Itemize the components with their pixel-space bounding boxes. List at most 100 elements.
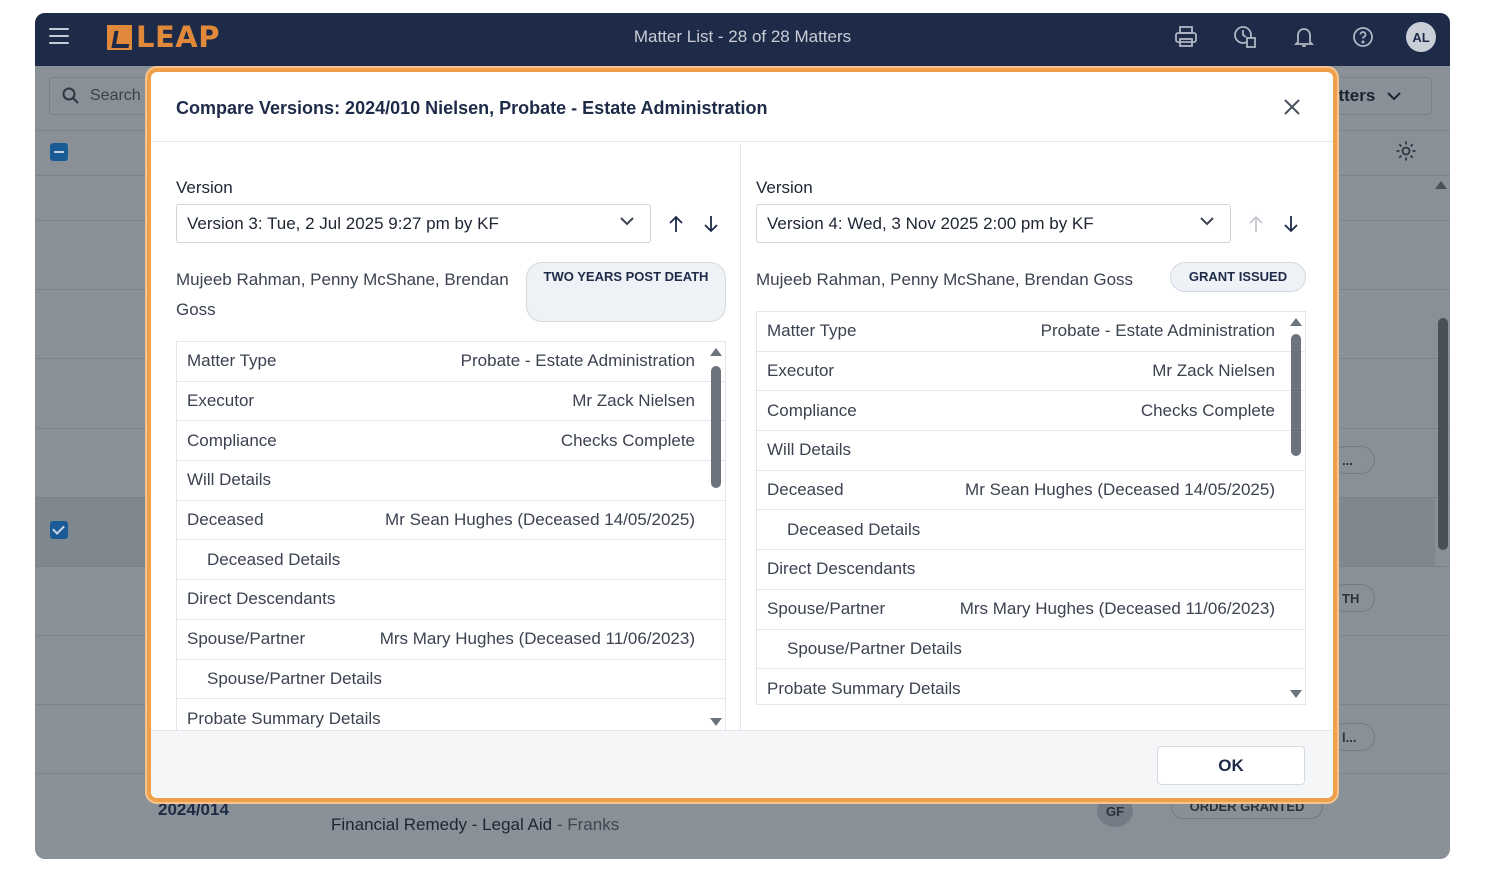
arrow-down-icon — [1284, 216, 1298, 233]
left-version-value: Version 3: Tue, 2 Jul 2025 9:27 pm by KF — [187, 213, 499, 233]
detail-row: Executor Mr Zack Nielsen — [757, 352, 1305, 392]
row-label: Spouse/Partner — [187, 629, 306, 649]
arrow-down-icon — [704, 216, 718, 233]
assigned-staff: Mujeeb Rahman, Penny McShane, Brendan Go… — [756, 270, 1134, 289]
row-checkbox[interactable] — [50, 521, 68, 539]
row-value: Mrs Mary Hughes (Deceased 11/06/2023) — [959, 599, 1275, 619]
row-value: Checks Complete — [1140, 400, 1275, 420]
detail-row: Spouse/Partner Details — [177, 660, 725, 700]
scroll-up-arrow[interactable] — [1435, 181, 1447, 189]
row-label: Spouse/Partner — [767, 599, 886, 619]
table-scrollbar[interactable] — [1287, 312, 1305, 704]
detail-row: Will Details — [177, 461, 725, 501]
detail-row: Compliance Checks Complete — [177, 421, 725, 462]
row-label: Compliance — [767, 400, 857, 420]
select-all-checkbox[interactable] — [50, 143, 68, 161]
user-avatar[interactable]: AL — [1406, 22, 1436, 52]
row-label: Deceased — [767, 480, 844, 500]
row-value: Mr Zack Nielsen — [572, 391, 695, 411]
chevron-down-icon — [1387, 91, 1402, 100]
right-version-details-table: Matter Type Probate - Estate Administrati… — [756, 311, 1306, 705]
dialog-title: Compare Versions: 2024/010 Nielsen, Prob… — [176, 98, 768, 118]
detail-row: Deceased Mr Sean Hughes (Deceased 14/05/2… — [177, 501, 725, 541]
help-icon[interactable] — [1333, 22, 1392, 52]
version-label: Version — [756, 178, 813, 197]
row-label: Will Details — [767, 440, 852, 460]
row-label: Matter Type — [187, 351, 277, 371]
column-divider — [740, 143, 741, 738]
scroll-up-arrow[interactable] — [710, 348, 722, 356]
detail-row: Deceased Details — [177, 540, 725, 581]
row-label: Direct Descendants — [187, 589, 336, 609]
ok-button[interactable]: OK — [1157, 746, 1305, 785]
right-version-panel: Version Version 4: Wed, 3 Nov 2025 2:00 … — [756, 143, 1316, 738]
row-value: Mr Sean Hughes (Deceased 14/05/2025) — [385, 510, 695, 530]
row-label: Deceased Details — [207, 549, 341, 569]
scroll-up-arrow[interactable] — [1290, 318, 1302, 326]
row-label: Spouse/Partner Details — [787, 638, 962, 658]
arrow-up-icon — [669, 215, 683, 232]
scroll-down-arrow[interactable] — [710, 718, 722, 726]
close-icon[interactable] — [1283, 98, 1301, 116]
list-scrollbar[interactable] — [1438, 318, 1448, 550]
dialog-footer: OK — [151, 730, 1333, 798]
status-pill: TH — [1331, 584, 1375, 612]
row-label: Executor — [187, 391, 255, 411]
row-label: Probate Summary Details — [187, 708, 381, 728]
detail-row: Direct Descendants — [757, 550, 1305, 590]
previous-version-button[interactable] — [666, 214, 686, 234]
compare-versions-dialog: Compare Versions: 2024/010 Nielsen, Prob… — [147, 68, 1337, 802]
matter-description: Financial Remedy - Legal Aid - Franks — [331, 815, 619, 835]
detail-row: Deceased Mr Sean Hughes (Deceased 14/05/2… — [757, 471, 1305, 511]
row-value: Mrs Mary Hughes (Deceased 11/06/2023) — [379, 629, 695, 649]
status-badge: TWO YEARS POST DEATH — [526, 262, 726, 322]
row-value: Checks Complete — [560, 430, 695, 450]
detail-row: Probate Summary Details — [177, 699, 725, 732]
detail-row: Spouse/Partner Mrs Mary Hughes (Deceased … — [757, 590, 1305, 630]
detail-row: Deceased Details — [757, 510, 1305, 551]
matter-type: Financial Remedy - Legal Aid — [331, 815, 553, 834]
detail-row: Direct Descendants — [177, 580, 725, 620]
detail-row: Spouse/Partner Details — [757, 630, 1305, 670]
detail-row: Probate Summary Details — [757, 669, 1305, 704]
dialog-header: Compare Versions: 2024/010 Nielsen, Prob… — [151, 72, 1333, 142]
top-bar: LEAP Matter List - 28 of 28 Matters AL — [35, 13, 1450, 66]
row-label: Probate Summary Details — [767, 678, 961, 698]
chevron-down-icon — [1200, 217, 1214, 226]
row-value: Probate - Estate Administration — [1040, 321, 1275, 341]
next-version-button[interactable] — [701, 214, 721, 234]
status-pill: ... — [1331, 446, 1375, 474]
detail-row: Matter Type Probate - Estate Administrati… — [177, 342, 725, 382]
detail-row: Executor Mr Zack Nielsen — [177, 382, 725, 422]
version-label: Version — [176, 178, 233, 197]
row-label: Matter Type — [767, 321, 857, 341]
scroll-thumb[interactable] — [1291, 334, 1301, 456]
arrow-up-icon — [1249, 215, 1263, 232]
row-label: Compliance — [187, 430, 277, 450]
matters-filter-dropdown[interactable]: atters — [1322, 77, 1432, 115]
right-version-select[interactable]: Version 4: Wed, 3 Nov 2025 2:00 pm by KF — [756, 204, 1231, 243]
clock-document-icon[interactable] — [1215, 22, 1274, 52]
detail-row: Spouse/Partner Mrs Mary Hughes (Deceased … — [177, 620, 725, 660]
next-version-button[interactable] — [1281, 214, 1301, 234]
search-icon — [62, 87, 79, 104]
scroll-down-arrow[interactable] — [1290, 690, 1302, 698]
status-badge: GRANT ISSUED — [1170, 262, 1306, 292]
left-version-select[interactable]: Version 3: Tue, 2 Jul 2025 9:27 pm by KF — [176, 204, 651, 243]
scroll-thumb[interactable] — [711, 366, 721, 488]
matter-number[interactable]: 2024/014 — [158, 800, 229, 820]
matter-client: - Franks — [556, 815, 620, 834]
row-label: Spouse/Partner Details — [207, 668, 382, 688]
left-version-details-table: Matter Type Probate - Estate Administrati… — [176, 341, 726, 733]
printer-icon[interactable] — [1156, 22, 1215, 52]
chevron-down-icon — [620, 217, 634, 226]
right-version-value: Version 4: Wed, 3 Nov 2025 2:00 pm by KF — [767, 213, 1094, 233]
row-label: Will Details — [187, 470, 272, 490]
detail-row: Compliance Checks Complete — [757, 391, 1305, 432]
bell-icon[interactable] — [1274, 22, 1333, 52]
table-scrollbar[interactable] — [707, 342, 725, 732]
previous-version-button-disabled — [1246, 214, 1266, 234]
status-pill: l... — [1331, 723, 1375, 751]
detail-row: Matter Type Probate - Estate Administrati… — [757, 312, 1305, 352]
gear-icon[interactable] — [1395, 140, 1417, 167]
